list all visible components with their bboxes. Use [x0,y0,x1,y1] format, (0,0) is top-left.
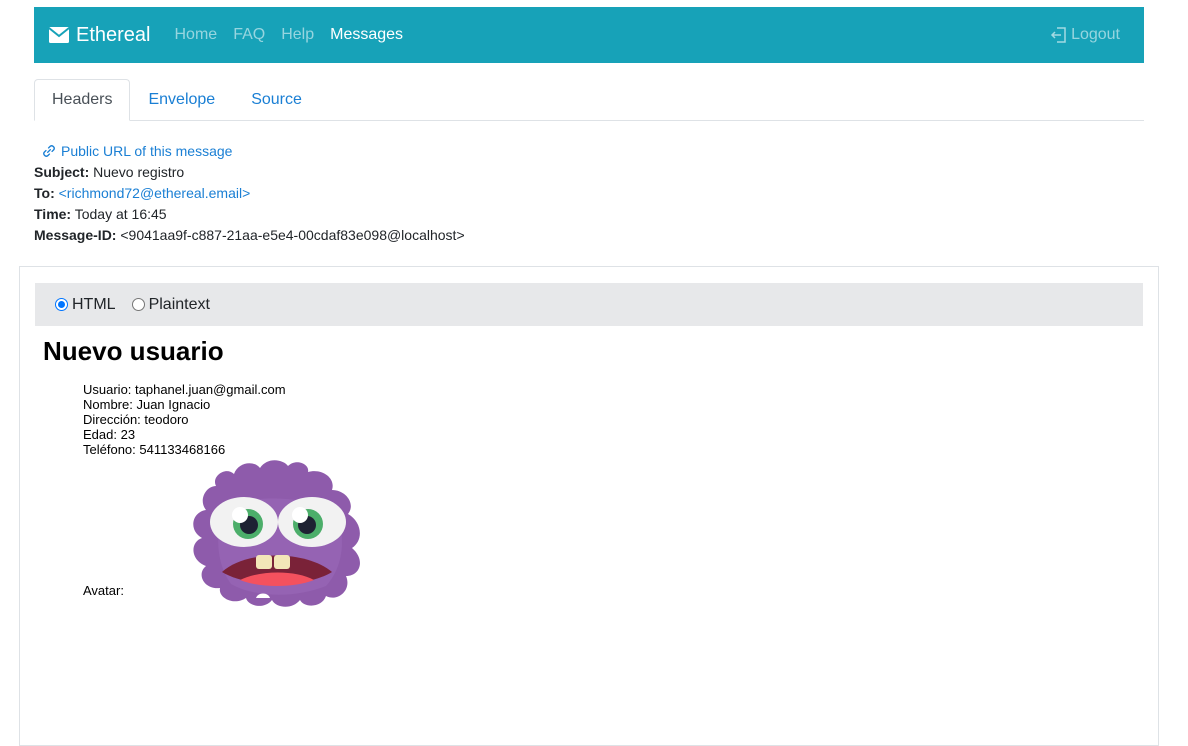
envelope-icon [49,27,69,43]
html-radio-label: HTML [72,295,116,313]
monster-avatar-image [193,460,360,607]
tab-source[interactable]: Source [233,79,320,121]
logout-label: Logout [1071,26,1120,43]
nav-link-home[interactable]: Home [175,26,218,44]
tab-headers[interactable]: Headers [34,79,131,121]
to-row: To: <richmond72@ethereal.email> [34,183,465,204]
detail-line-direccion: Dirección: teodoro [83,412,189,427]
user-details: Usuario: taphanel.juan@gmail.com Nombre:… [83,382,286,457]
message-tabs: Headers Envelope Source [34,79,1144,121]
public-url-link[interactable]: Public URL of this message [42,140,465,162]
link-icon [43,145,55,157]
logout-icon [1051,27,1066,43]
detail-line-nombre: Nombre: Juan Ignacio [83,397,211,412]
nav-links: Home FAQ Help Messages [175,26,420,44]
brand[interactable]: Ethereal [49,24,151,47]
message-html-content: Nuevo usuario Usuario: taphanel.juan@gma… [43,335,360,607]
nav-link-help[interactable]: Help [281,26,314,44]
tab-envelope[interactable]: Envelope [130,79,233,121]
plaintext-radio[interactable] [131,298,145,311]
top-navbar: Ethereal Home FAQ Help Messages Logout [34,7,1144,63]
to-label: To: [34,185,55,201]
detail-line-telefono: Teléfono: 541133468166 [83,442,226,457]
to-address-link[interactable]: <richmond72@ethereal.email> [59,185,251,201]
time-value: Today at 16:45 [74,206,167,222]
subject-row: Subject: Nuevo registro [34,162,465,183]
subject-value: Nuevo registro [93,164,185,180]
public-url-label: Public URL of this message [61,143,233,159]
avatar-label: Avatar: [83,583,124,598]
message-id-label: Message-ID: [34,227,117,243]
detail-line-usuario: Usuario: taphanel.juan@gmail.com [83,382,286,397]
time-row: Time: Today at 16:45 [34,204,465,225]
message-headers: Public URL of this message Subject: Nuev… [34,140,465,246]
time-label: Time: [34,206,72,222]
html-radio-option[interactable]: HTML [55,296,116,314]
message-preview: HTML Plaintext Nuevo usuario Usuario: ta… [19,266,1159,746]
message-id-row: Message-ID: <9041aa9f-c887-21aa-e5e4-00c… [34,225,465,246]
logout-button[interactable]: Logout [1050,26,1120,44]
message-id-value: <9041aa9f-c887-21aa-e5e4-00cdaf83e098@lo… [120,227,465,243]
view-switch-bar: HTML Plaintext [35,283,1143,326]
plaintext-radio-label: Plaintext [148,295,210,313]
avatar-row: Avatar: [83,456,403,607]
html-radio[interactable] [55,298,68,311]
detail-line-edad: Edad: 23 [83,427,136,442]
brand-name: Ethereal [76,23,151,46]
message-heading: Nuevo usuario [43,336,224,366]
nav-link-messages[interactable]: Messages [330,26,403,44]
plaintext-radio-option[interactable]: Plaintext [131,295,210,314]
nav-link-faq[interactable]: FAQ [233,26,265,44]
subject-label: Subject: [34,164,90,180]
